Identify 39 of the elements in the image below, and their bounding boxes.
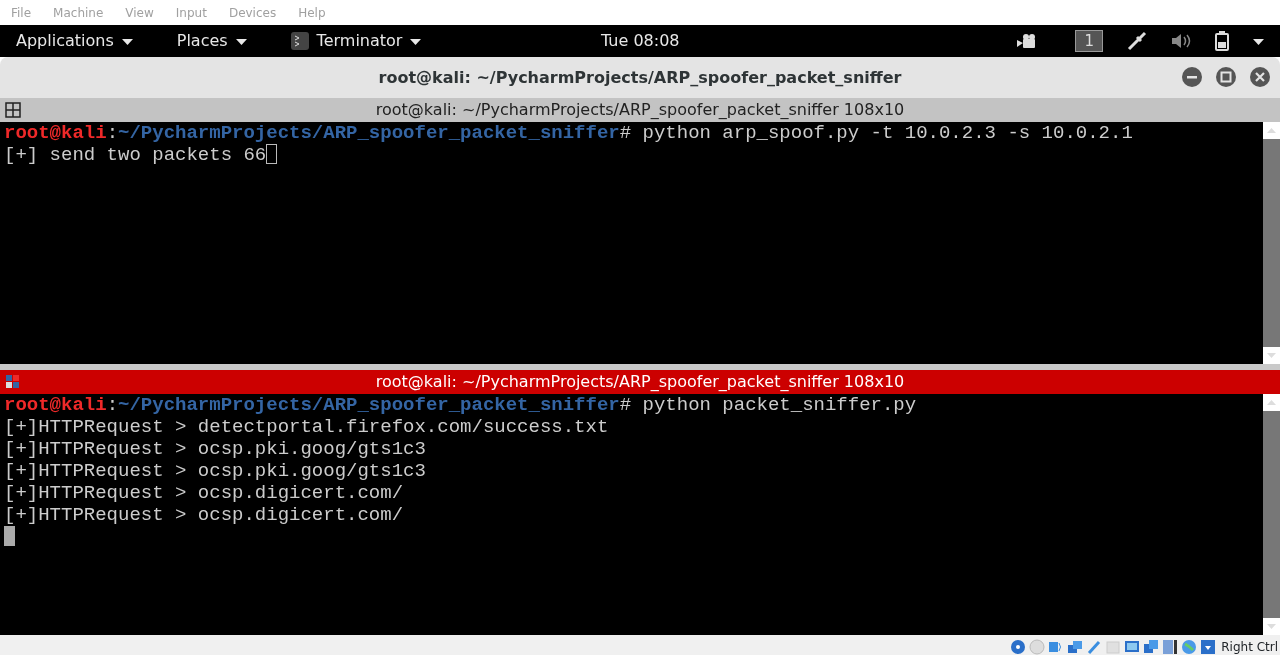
terminal-line: [+] send two packets 66 <box>4 144 267 166</box>
pane-title: root@kali: ~/PycharmProjects/ARP_spoofer_packet_sniffer 108x10 <box>375 371 905 393</box>
close-icon[interactable] <box>1250 67 1270 87</box>
network-adapter-icon[interactable] <box>1067 638 1084 655</box>
panel-menu[interactable]: Terminator <box>290 29 422 53</box>
minimize-icon[interactable] <box>1182 67 1202 87</box>
maximize-icon[interactable] <box>1216 67 1236 87</box>
window-title: root@kali: ~/PycharmProjects/ARP_spoofer_packet_sniffer <box>378 66 902 89</box>
terminal-line: root@kali:~/PycharmProjects/ARP_spoofer_packet_sniffer# python arp_spoof.py -t 10.0.2.3 -s 10.0.2.1 <box>4 122 1133 144</box>
terminal-line: [+]HTTPRequest > ocsp.digicert.com/ <box>4 504 404 526</box>
menu-item[interactable]: Help <box>298 3 326 22</box>
camera-icon <box>1017 33 1038 49</box>
recording-icon[interactable] <box>1162 638 1179 655</box>
terminal-icon <box>290 32 309 50</box>
menu-item[interactable]: Devices <box>228 3 277 22</box>
volume-icon[interactable] <box>1171 32 1191 50</box>
menu-item[interactable]: Machine <box>53 3 104 22</box>
pane-title: root@kali: ~/PycharmProjects/ARP_spoofer_packet_sniffer 108x10 <box>375 99 905 121</box>
menu-item[interactable]: File <box>11 3 32 22</box>
grid-icon[interactable] <box>5 374 21 390</box>
battery-icon[interactable] <box>1215 31 1229 51</box>
terminal-line: [+]HTTPRequest > ocsp.digicert.com/ <box>4 482 404 504</box>
disk-icon[interactable] <box>1010 638 1027 655</box>
menu-item[interactable]: Input <box>175 3 207 22</box>
host-key-label: Right Ctrl <box>1221 638 1278 655</box>
terminal-line: [+]HTTPRequest > ocsp.pki.goog/gts1c3 <box>4 460 426 482</box>
panel-menu[interactable]: Places <box>176 29 247 53</box>
panel-menu[interactable]: Applications <box>16 29 133 53</box>
terminal-line: [+]HTTPRequest > detectportal.firefox.com/success.txt <box>4 416 609 438</box>
usb-icon[interactable] <box>1086 638 1103 655</box>
clock: Tue 08:08 <box>601 30 680 52</box>
menu-item[interactable]: View <box>125 3 154 22</box>
workspace-indicator[interactable]: 1 <box>1075 30 1103 52</box>
display-icon[interactable] <box>1124 638 1141 655</box>
grid-icon[interactable] <box>5 102 21 118</box>
network-icon <box>1127 31 1147 51</box>
terminal-line: root@kali:~/PycharmProjects/ARP_spoofer_packet_sniffer# python packet_sniffer.py <box>4 394 917 416</box>
windows-icon[interactable] <box>1143 638 1160 655</box>
terminal-line: [+]HTTPRequest > ocsp.pki.goog/gts1c3 <box>4 438 426 460</box>
